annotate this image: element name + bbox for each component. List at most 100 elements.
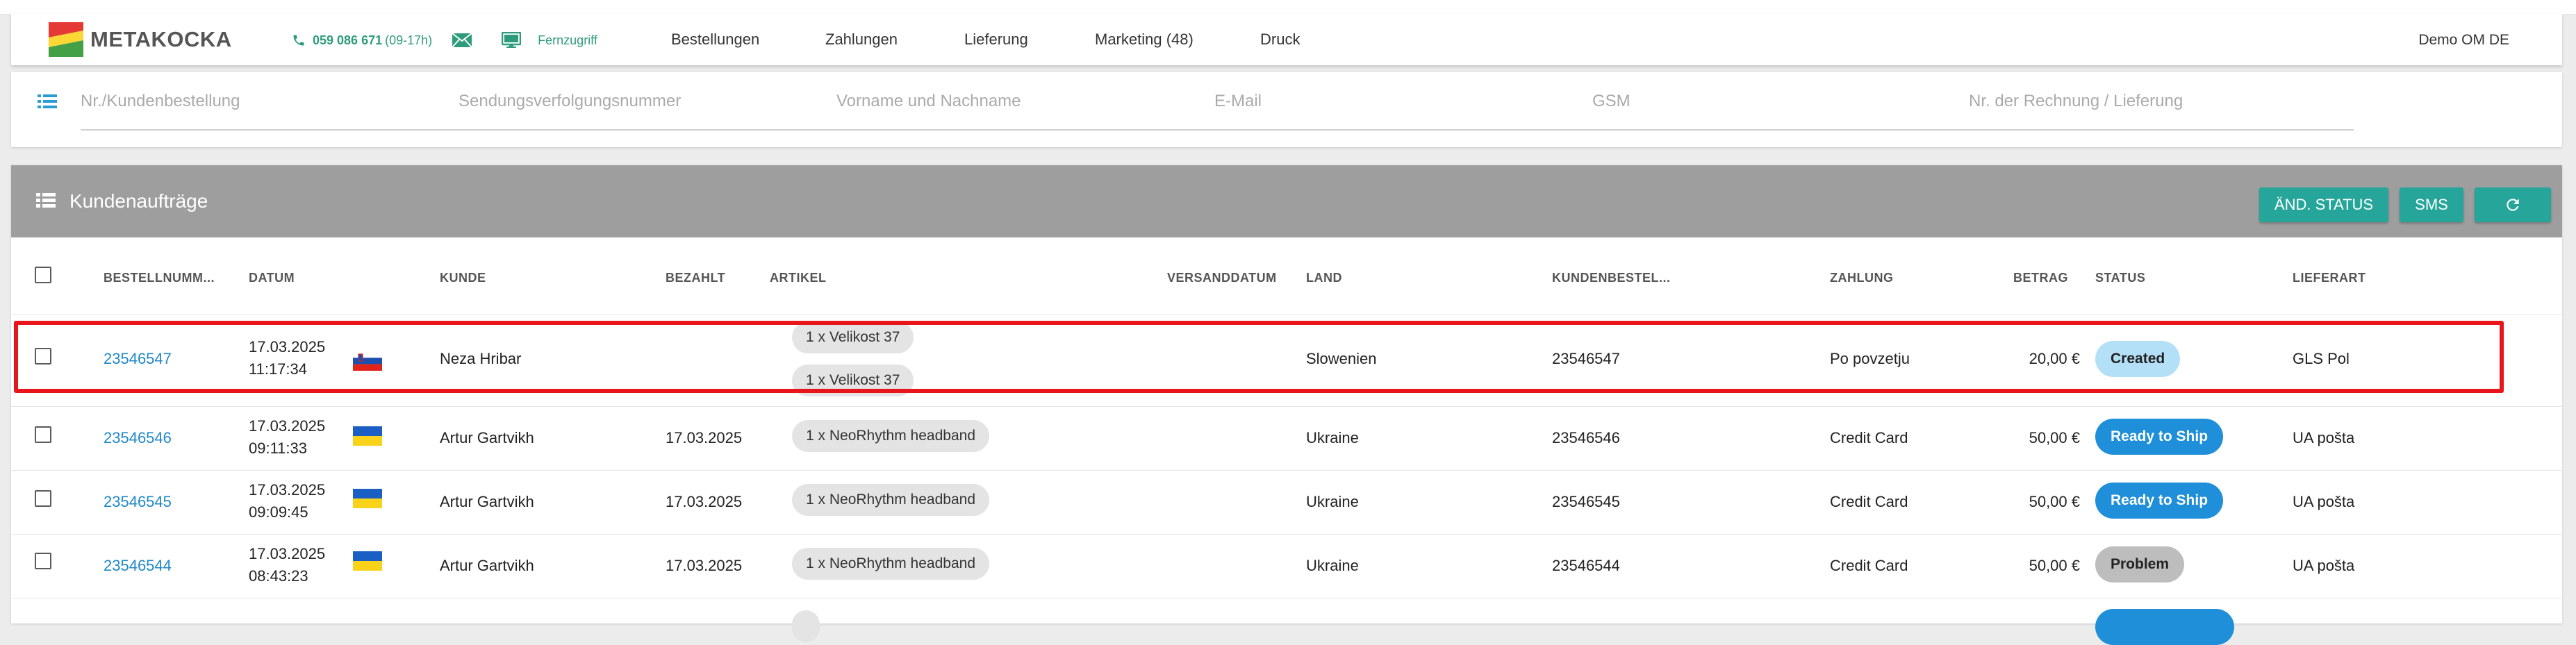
- country: Ukraine: [1306, 557, 1359, 574]
- country: Slowenien: [1306, 350, 1377, 367]
- paid-date: 17.03.2025: [666, 429, 743, 446]
- payment-method: Credit Card: [1830, 429, 1908, 446]
- refresh-button[interactable]: [2475, 187, 2551, 222]
- column-ship-date[interactable]: VERSANDDATUM: [1167, 271, 1277, 285]
- order-amount: 20,00 €: [2029, 350, 2080, 367]
- search-panel: [11, 72, 2562, 147]
- phone-icon: [292, 33, 306, 47]
- phone-hours: (09-17h): [385, 33, 433, 47]
- row-checkbox[interactable]: [35, 426, 51, 443]
- row-divider: [11, 406, 2562, 407]
- column-amount[interactable]: BETRAG: [2013, 271, 2068, 285]
- status-badge[interactable]: Ready to Ship: [2095, 483, 2224, 519]
- phone-number[interactable]: 059 086 671: [313, 33, 382, 48]
- row-checkbox[interactable]: [35, 348, 51, 365]
- delivery-method: GLS Pol: [2293, 350, 2350, 367]
- orders-header: Kundenaufträge ÄND. STATUS SMS: [11, 165, 2562, 237]
- payment-method: Credit Card: [1830, 493, 1908, 510]
- select-all-checkbox[interactable]: [35, 267, 51, 283]
- nav-marketing[interactable]: Marketing (48): [1095, 31, 1194, 49]
- order-number-link[interactable]: 23546545: [104, 493, 172, 511]
- status-badge-partial: [2095, 609, 2234, 645]
- order-date: 17.03.2025: [249, 338, 326, 355]
- status-badge[interactable]: Problem: [2095, 546, 2185, 583]
- row-checkbox[interactable]: [35, 553, 51, 569]
- column-order-number[interactable]: BESTELLNUMM...: [104, 271, 215, 285]
- column-customer[interactable]: KUNDE: [440, 271, 486, 285]
- paid-date: 17.03.2025: [666, 557, 743, 574]
- status-badge[interactable]: Created: [2095, 341, 2181, 377]
- column-payment[interactable]: ZAHLUNG: [1830, 271, 1894, 285]
- order-date: 17.03.2025: [249, 545, 326, 562]
- gsm-search-input[interactable]: [1592, 87, 1940, 115]
- top-navigation-bar: METAKOCKA 059 086 671 (09-17h) Fernzugri…: [11, 14, 2562, 65]
- row-divider: [11, 470, 2562, 471]
- order-amount: 50,00 €: [2029, 429, 2080, 446]
- mail-icon[interactable]: [452, 33, 472, 48]
- order-number-search-input[interactable]: [81, 87, 428, 115]
- order-number-link[interactable]: 23546546: [104, 429, 172, 447]
- order-date: 17.03.2025: [249, 417, 326, 435]
- column-items[interactable]: ARTIKEL: [770, 271, 827, 285]
- invoice-number-search-input[interactable]: [1969, 87, 2344, 115]
- delivery-method: UA pošta: [2293, 557, 2355, 574]
- list-icon: [36, 192, 56, 212]
- status-badge[interactable]: Ready to Ship: [2095, 419, 2224, 455]
- item-chip: 1 x Velikost 37: [792, 365, 914, 396]
- user-menu[interactable]: Demo OM DE: [2418, 32, 2509, 49]
- order-time: 09:09:45: [249, 503, 308, 521]
- item-chip: 1 x NeoRhythm headband: [792, 484, 989, 516]
- customer-order-number: 23546546: [1552, 429, 1620, 446]
- order-number-link[interactable]: 23546547: [104, 350, 172, 368]
- nav-payments[interactable]: Zahlungen: [825, 31, 898, 49]
- country: Ukraine: [1306, 429, 1359, 446]
- country: Ukraine: [1306, 493, 1359, 510]
- nav-orders[interactable]: Bestellungen: [671, 31, 759, 49]
- customer-name: Neza Hribar: [440, 350, 522, 367]
- logo-mark-icon: [49, 22, 83, 57]
- customer-order-number: 23546547: [1552, 350, 1620, 367]
- item-chip: 1 x NeoRhythm headband: [792, 420, 989, 452]
- column-status[interactable]: STATUS: [2095, 271, 2145, 285]
- name-search-input[interactable]: [836, 87, 1184, 115]
- row-checkbox[interactable]: [35, 490, 51, 507]
- contact-info: 059 086 671 (09-17h) Fernzugriff: [292, 32, 597, 49]
- column-country[interactable]: LAND: [1306, 271, 1342, 285]
- monitor-icon[interactable]: [502, 32, 522, 49]
- ukraine-flag-icon: [353, 551, 382, 571]
- search-underline: [81, 129, 2354, 131]
- customer-name: Artur Gartvikh: [440, 557, 534, 574]
- row-divider: [11, 534, 2562, 535]
- list-icon[interactable]: [38, 93, 57, 113]
- item-chip-partial: [792, 610, 820, 642]
- order-number-link[interactable]: 23546544: [104, 557, 172, 575]
- nav-print[interactable]: Druck: [1260, 31, 1300, 49]
- column-customer-order[interactable]: KUNDENBESTEL...: [1552, 271, 1671, 285]
- item-chip: 1 x NeoRhythm headband: [792, 548, 989, 580]
- orders-title: Kundenaufträge: [69, 190, 208, 212]
- item-chip: 1 x Velikost 37: [792, 321, 914, 353]
- delivery-method: UA pošta: [2293, 493, 2355, 510]
- email-search-input[interactable]: [1214, 87, 1562, 115]
- column-delivery[interactable]: LIEFERART: [2293, 271, 2366, 285]
- tracking-number-search-input[interactable]: [459, 87, 806, 115]
- remote-access-link[interactable]: Fernzugriff: [538, 33, 597, 48]
- brand-logo[interactable]: METAKOCKA: [49, 22, 232, 57]
- sms-button[interactable]: SMS: [2400, 187, 2463, 222]
- slovenia-flag-icon: [353, 351, 382, 371]
- orders-panel: Kundenaufträge ÄND. STATUS SMS BESTELLNU…: [11, 165, 2562, 645]
- nav-delivery[interactable]: Lieferung: [964, 31, 1028, 49]
- order-time: 09:11:33: [249, 439, 308, 457]
- order-time: 08:43:23: [249, 567, 308, 585]
- change-status-button[interactable]: ÄND. STATUS: [2259, 187, 2388, 222]
- customer-name: Artur Gartvikh: [440, 429, 534, 446]
- column-date[interactable]: DATUM: [249, 271, 295, 285]
- delivery-method: UA pošta: [2293, 429, 2355, 446]
- customer-order-number: 23546544: [1552, 557, 1620, 574]
- customer-order-number: 23546545: [1552, 493, 1620, 510]
- customer-name: Artur Gartvikh: [440, 493, 534, 510]
- order-time: 11:17:34: [249, 360, 308, 378]
- payment-method: Credit Card: [1830, 557, 1908, 574]
- paid-date: 17.03.2025: [666, 493, 743, 510]
- column-paid[interactable]: BEZAHLT: [666, 271, 725, 285]
